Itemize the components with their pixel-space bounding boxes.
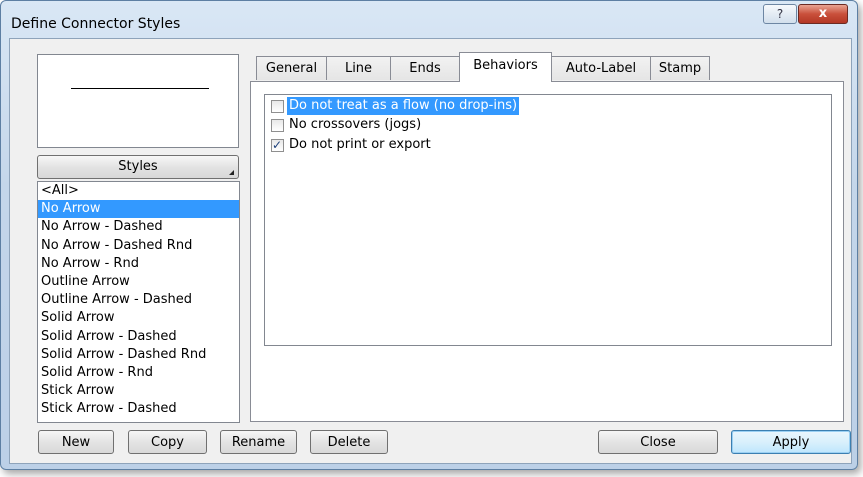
style-list-item[interactable]: Solid Arrow - Dashed bbox=[38, 328, 239, 346]
tab-behaviors[interactable]: Behaviors bbox=[459, 52, 552, 82]
style-list[interactable]: <All> No Arrow No Arrow - Dashed No Arrow -… bbox=[37, 181, 240, 423]
style-list-item[interactable]: No Arrow bbox=[38, 200, 239, 219]
help-button[interactable]: ? bbox=[763, 4, 797, 24]
checkbox-no-print[interactable] bbox=[271, 136, 284, 154]
close-window-button[interactable]: x bbox=[798, 4, 848, 24]
option-label-no-flow: Do not treat as a flow (no drop-ins) bbox=[287, 97, 520, 115]
style-list-item[interactable]: Stick Arrow - Dashed bbox=[38, 400, 239, 418]
behaviors-box: Do not treat as a flow (no drop-ins) No … bbox=[264, 94, 832, 346]
connector-preview bbox=[37, 54, 239, 148]
tab-line[interactable]: Line bbox=[326, 56, 391, 80]
rename-button[interactable]: Rename bbox=[220, 430, 297, 454]
copy-button[interactable]: Copy bbox=[128, 430, 207, 454]
style-list-item[interactable]: Solid Arrow - Dashed Rnd bbox=[38, 346, 239, 364]
style-list-item[interactable]: No Arrow - Dashed Rnd bbox=[38, 237, 239, 255]
option-label-no-print: Do not print or export bbox=[289, 137, 431, 152]
apply-button[interactable]: Apply bbox=[731, 430, 851, 454]
tab-ends[interactable]: Ends bbox=[390, 56, 460, 80]
preview-line bbox=[71, 88, 209, 89]
dropdown-corner-icon bbox=[229, 170, 234, 175]
new-button[interactable]: New bbox=[38, 430, 114, 454]
styles-menu-button[interactable]: Styles bbox=[37, 155, 239, 179]
style-list-item[interactable]: Solid Arrow - Rnd bbox=[38, 364, 239, 382]
style-list-item[interactable]: Solid Arrow bbox=[38, 309, 239, 327]
style-list-item[interactable]: No Arrow - Dashed bbox=[38, 218, 239, 236]
checkbox-no-crossovers[interactable] bbox=[271, 119, 284, 132]
delete-button[interactable]: Delete bbox=[310, 430, 388, 454]
tab-general[interactable]: General bbox=[256, 56, 327, 80]
dialog-window: Define Connector Styles ? x Styles <All>… bbox=[0, 0, 858, 470]
dialog-body: Styles <All> No Arrow No Arrow - Dashed No … bbox=[9, 38, 852, 464]
tab-panel: Do not treat as a flow (no drop-ins) No … bbox=[250, 81, 844, 422]
checkbox-no-flow[interactable] bbox=[271, 100, 284, 113]
style-list-item[interactable]: Stick Arrow bbox=[38, 382, 239, 400]
style-list-item[interactable]: Outline Arrow - Dashed bbox=[38, 291, 239, 309]
style-list-item[interactable]: Outline Arrow bbox=[38, 273, 239, 291]
option-label-no-crossovers: No crossovers (jogs) bbox=[289, 117, 422, 132]
style-list-item[interactable]: <All> bbox=[38, 182, 239, 200]
close-button[interactable]: Close bbox=[598, 430, 718, 454]
styles-menu-label: Styles bbox=[118, 159, 158, 174]
dialog-title: Define Connector Styles bbox=[11, 16, 181, 32]
tab-auto-label[interactable]: Auto-Label bbox=[551, 56, 651, 80]
tab-stamp[interactable]: Stamp bbox=[650, 56, 710, 80]
style-list-item[interactable]: No Arrow - Rnd bbox=[38, 255, 239, 273]
